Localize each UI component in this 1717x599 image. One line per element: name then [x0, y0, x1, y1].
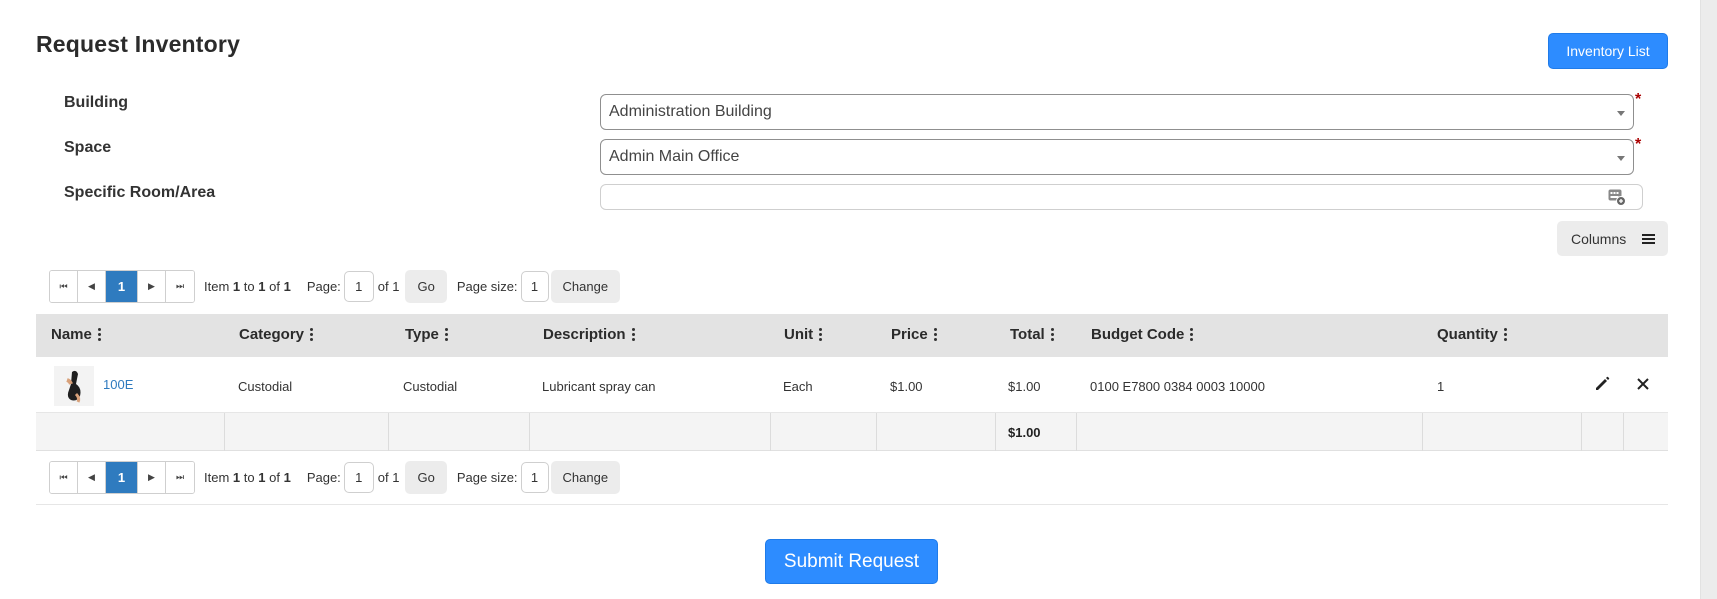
page-title: Request Inventory: [36, 31, 241, 57]
column-menu-icon[interactable]: [1190, 327, 1194, 342]
building-select[interactable]: Administration Building: [600, 94, 1634, 130]
column-menu-icon[interactable]: [1503, 327, 1507, 342]
page-size-label: Page size:: [456, 470, 518, 485]
divider: [36, 504, 1668, 505]
page-count-text: of 1: [377, 279, 400, 294]
close-icon[interactable]: [1634, 375, 1652, 393]
go-button[interactable]: Go: [405, 270, 447, 303]
header-quantity[interactable]: Quantity: [1437, 326, 1507, 343]
header-category[interactable]: Category: [239, 326, 314, 343]
hamburger-icon: [1642, 234, 1655, 244]
item-name-link[interactable]: 100E: [103, 377, 133, 392]
page-size-input[interactable]: 1: [520, 462, 549, 493]
space-select-value: Admin Main Office: [609, 148, 740, 165]
page-size-label: Page size:: [456, 279, 518, 294]
prev-page-icon[interactable]: ◀: [78, 271, 106, 302]
room-input[interactable]: [600, 184, 1643, 210]
building-label: Building: [64, 94, 128, 111]
page-input[interactable]: 1: [343, 271, 374, 302]
header-unit[interactable]: Unit: [784, 326, 823, 343]
cell-price: $1.00: [890, 379, 923, 394]
prev-page-icon[interactable]: ◀: [78, 462, 106, 493]
keyboard-icon[interactable]: [1608, 189, 1626, 206]
column-menu-icon[interactable]: [631, 327, 635, 342]
pencil-icon[interactable]: [1593, 375, 1611, 393]
building-select-value: Administration Building: [609, 103, 772, 120]
page-size-input[interactable]: 1: [520, 271, 549, 302]
header-type[interactable]: Type: [405, 326, 448, 343]
inventory-grid: Name Category Type Description Unit Pric…: [36, 314, 1668, 451]
submit-request-button[interactable]: Submit Request: [765, 539, 938, 584]
go-button[interactable]: Go: [405, 461, 447, 494]
page-count-text: of 1: [377, 470, 400, 485]
header-total[interactable]: Total: [1010, 326, 1054, 343]
pager-nav: ⏮ ◀ 1 ▶ ⏭: [49, 270, 195, 303]
last-page-icon[interactable]: ⏭: [166, 462, 194, 493]
header-name[interactable]: Name: [51, 326, 101, 343]
table-row: 100E Custodial Custodial Lubricant spray…: [36, 357, 1668, 413]
header-description[interactable]: Description: [543, 326, 635, 343]
chevron-down-icon: [1617, 111, 1625, 116]
column-menu-icon[interactable]: [933, 327, 937, 342]
header-price[interactable]: Price: [891, 326, 937, 343]
cell-quantity: 1: [1437, 379, 1445, 394]
next-page-icon[interactable]: ▶: [138, 271, 166, 302]
change-button[interactable]: Change: [550, 461, 621, 494]
space-select[interactable]: Admin Main Office: [600, 139, 1634, 175]
space-label: Space: [64, 139, 112, 156]
building-required-mark: *: [1635, 91, 1642, 108]
cell-description: Lubricant spray can: [542, 379, 656, 394]
page-label: Page:: [306, 279, 341, 294]
grid-footer: $1.00: [36, 413, 1668, 451]
column-menu-icon[interactable]: [97, 327, 101, 342]
cell-budget-code: 0100 E7800 0384 0003 10000: [1090, 379, 1265, 394]
first-page-icon[interactable]: ⏮: [50, 462, 78, 493]
columns-button-label: Columns: [1571, 230, 1627, 247]
header-budget-code[interactable]: Budget Code: [1091, 326, 1194, 343]
scrollbar-track[interactable]: [1700, 0, 1717, 599]
page-label: Page:: [306, 470, 341, 485]
room-label: Specific Room/Area: [64, 184, 216, 201]
change-button[interactable]: Change: [550, 270, 621, 303]
cell-unit: Each: [783, 379, 813, 394]
grid-header: Name Category Type Description Unit Pric…: [36, 314, 1668, 357]
next-page-icon[interactable]: ▶: [138, 462, 166, 493]
cell-type: Custodial: [403, 379, 458, 394]
page-input[interactable]: 1: [343, 462, 374, 493]
column-menu-icon[interactable]: [819, 327, 823, 342]
item-range-text: Item 1 to 1 of 1: [204, 279, 291, 294]
pager-nav: ⏮ ◀ 1 ▶ ⏭: [49, 461, 195, 494]
pager-bottom: ⏮ ◀ 1 ▶ ⏭ Item 1 to 1 of 1 Page: 1 of 1 …: [49, 461, 621, 494]
cell-category: Custodial: [238, 379, 293, 394]
first-page-icon[interactable]: ⏮: [50, 271, 78, 302]
item-range-text: Item 1 to 1 of 1: [204, 470, 291, 485]
cell-total: $1.00: [1008, 379, 1041, 394]
pager-top: ⏮ ◀ 1 ▶ ⏭ Item 1 to 1 of 1 Page: 1 of 1 …: [49, 270, 621, 303]
columns-button[interactable]: Columns: [1557, 221, 1668, 256]
column-menu-icon[interactable]: [444, 327, 448, 342]
item-thumbnail: [54, 366, 94, 406]
last-page-icon[interactable]: ⏭: [166, 271, 194, 302]
chevron-down-icon: [1617, 156, 1625, 161]
space-required-mark: *: [1635, 136, 1642, 153]
page-number-button[interactable]: 1: [106, 462, 138, 493]
column-menu-icon[interactable]: [1050, 327, 1054, 342]
footer-total: $1.00: [1008, 425, 1041, 440]
page-number-button[interactable]: 1: [106, 271, 138, 302]
request-inventory-panel: Request Inventory Inventory List Buildin…: [0, 0, 1700, 599]
inventory-list-button[interactable]: Inventory List: [1548, 33, 1668, 69]
column-menu-icon[interactable]: [310, 327, 314, 342]
